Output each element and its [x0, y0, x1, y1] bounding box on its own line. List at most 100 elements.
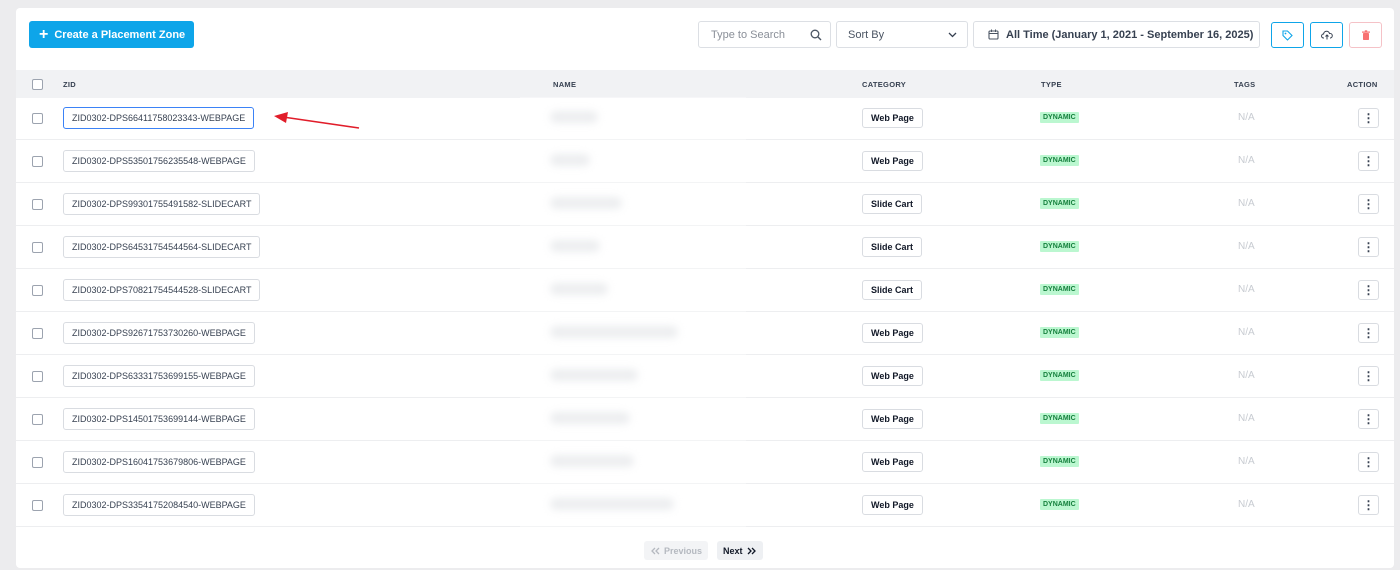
- tags-value: N/A: [1238, 155, 1255, 166]
- select-all-checkbox[interactable]: [32, 79, 43, 90]
- zid-chip[interactable]: ZID0302-DPS99301755491582-SLIDECART: [63, 193, 261, 215]
- tags-value: N/A: [1238, 241, 1255, 252]
- create-placement-zone-button[interactable]: + Create a Placement Zone: [29, 21, 194, 48]
- tags-value: N/A: [1238, 413, 1255, 424]
- calendar-icon: [988, 29, 999, 40]
- category-badge: Web Page: [862, 366, 923, 386]
- row-checkbox[interactable]: [32, 285, 43, 296]
- more-vertical-icon: ⋮: [1362, 154, 1375, 168]
- row-checkbox[interactable]: [32, 328, 43, 339]
- zid-chip[interactable]: ZID0302-DPS92671753730260-WEBPAGE: [63, 322, 255, 344]
- column-name: NAME: [553, 80, 577, 89]
- row-checkbox[interactable]: [32, 242, 43, 253]
- more-vertical-icon: ⋮: [1362, 369, 1375, 383]
- toolbar: + Create a Placement Zone Sort By All Ti…: [16, 8, 1394, 64]
- column-zid: ZID: [63, 80, 76, 89]
- zid-chip[interactable]: ZID0302-DPS63331753699155-WEBPAGE: [63, 365, 255, 387]
- zid-chip[interactable]: ZID0302-DPS16041753679806-WEBPAGE: [63, 451, 255, 473]
- previous-label: Previous: [664, 545, 703, 556]
- row-checkbox[interactable]: [32, 199, 43, 210]
- category-badge: Web Page: [862, 409, 923, 429]
- zid-chip[interactable]: ZID0302-DPS53501756235548-WEBPAGE: [63, 150, 255, 172]
- create-button-label: Create a Placement Zone: [54, 28, 186, 41]
- type-badge: DYNAMIC: [1040, 198, 1079, 209]
- date-range-picker[interactable]: All Time (January 1, 2021 - September 16…: [973, 21, 1260, 48]
- zid-chip[interactable]: ZID0302-DPS66411758023343-WEBPAGE: [63, 107, 255, 129]
- zid-chip[interactable]: ZID0302-DPS14501753699144-WEBPAGE: [63, 408, 255, 430]
- category-badge: Web Page: [862, 323, 923, 343]
- tag-icon: [1282, 29, 1293, 41]
- search-box[interactable]: [698, 21, 831, 48]
- tag-button[interactable]: [1271, 22, 1304, 48]
- row-action-button[interactable]: ⋮: [1358, 366, 1379, 386]
- type-badge: DYNAMIC: [1040, 499, 1079, 510]
- row-checkbox[interactable]: [32, 371, 43, 382]
- column-tags: TAGS: [1234, 80, 1256, 89]
- more-vertical-icon: ⋮: [1362, 197, 1375, 211]
- trash-icon: [1361, 29, 1370, 40]
- category-badge: Slide Cart: [862, 237, 923, 257]
- category-badge: Web Page: [862, 151, 923, 171]
- sort-label: Sort By: [848, 28, 885, 41]
- tags-value: N/A: [1238, 327, 1255, 338]
- table-header: ZID NAME CATEGORY TYPE TAGS ACTION: [16, 70, 1394, 98]
- upload-button[interactable]: [1310, 22, 1343, 48]
- more-vertical-icon: ⋮: [1362, 283, 1375, 297]
- redacted-names-panel: [520, 97, 746, 527]
- search-icon[interactable]: [810, 29, 822, 41]
- cloud-upload-icon: [1320, 30, 1333, 40]
- column-category: CATEGORY: [862, 80, 907, 89]
- type-badge: DYNAMIC: [1040, 241, 1079, 252]
- sort-dropdown[interactable]: Sort By: [836, 21, 968, 48]
- date-range-label: All Time (January 1, 2021 - September 16…: [1006, 28, 1254, 41]
- search-input[interactable]: [711, 28, 801, 41]
- tags-value: N/A: [1238, 284, 1255, 295]
- row-action-button[interactable]: ⋮: [1358, 194, 1379, 214]
- row-action-button[interactable]: ⋮: [1358, 409, 1379, 429]
- chevrons-left-icon: [651, 547, 660, 554]
- category-badge: Web Page: [862, 495, 923, 515]
- category-badge: Slide Cart: [862, 280, 923, 300]
- more-vertical-icon: ⋮: [1362, 498, 1375, 512]
- row-action-button[interactable]: ⋮: [1358, 323, 1379, 343]
- column-action: ACTION: [1347, 80, 1378, 89]
- tags-value: N/A: [1238, 198, 1255, 209]
- column-type: TYPE: [1041, 80, 1062, 89]
- tags-value: N/A: [1238, 456, 1255, 467]
- more-vertical-icon: ⋮: [1362, 326, 1375, 340]
- more-vertical-icon: ⋮: [1362, 412, 1375, 426]
- more-vertical-icon: ⋮: [1362, 240, 1375, 254]
- annotation-arrow-icon: [274, 112, 360, 129]
- next-label: Next: [723, 545, 743, 556]
- type-badge: DYNAMIC: [1040, 456, 1079, 467]
- row-action-button[interactable]: ⋮: [1358, 452, 1379, 472]
- type-badge: DYNAMIC: [1040, 370, 1079, 381]
- row-action-button[interactable]: ⋮: [1358, 108, 1379, 128]
- delete-button[interactable]: [1349, 22, 1382, 48]
- previous-page-button[interactable]: Previous: [644, 541, 709, 560]
- placement-zones-card: + Create a Placement Zone Sort By All Ti…: [16, 8, 1394, 568]
- row-checkbox[interactable]: [32, 457, 43, 468]
- zid-chip[interactable]: ZID0302-DPS70821754544528-SLIDECART: [63, 279, 261, 301]
- row-checkbox[interactable]: [32, 414, 43, 425]
- row-checkbox[interactable]: [32, 500, 43, 511]
- row-action-button[interactable]: ⋮: [1358, 151, 1379, 171]
- tags-value: N/A: [1238, 112, 1255, 123]
- row-checkbox[interactable]: [32, 113, 43, 124]
- zid-chip[interactable]: ZID0302-DPS64531754544564-SLIDECART: [63, 236, 261, 258]
- tags-value: N/A: [1238, 499, 1255, 510]
- row-action-button[interactable]: ⋮: [1358, 495, 1379, 515]
- row-action-button[interactable]: ⋮: [1358, 280, 1379, 300]
- type-badge: DYNAMIC: [1040, 155, 1079, 166]
- more-vertical-icon: ⋮: [1362, 111, 1375, 125]
- zid-chip[interactable]: ZID0302-DPS33541752084540-WEBPAGE: [63, 494, 255, 516]
- chevrons-right-icon: [747, 547, 756, 554]
- row-checkbox[interactable]: [32, 156, 43, 167]
- plus-icon: +: [39, 25, 49, 43]
- row-action-button[interactable]: ⋮: [1358, 237, 1379, 257]
- type-badge: DYNAMIC: [1040, 112, 1079, 123]
- category-badge: Slide Cart: [862, 194, 923, 214]
- more-vertical-icon: ⋮: [1362, 455, 1375, 469]
- type-badge: DYNAMIC: [1040, 413, 1079, 424]
- next-page-button[interactable]: Next: [717, 541, 763, 560]
